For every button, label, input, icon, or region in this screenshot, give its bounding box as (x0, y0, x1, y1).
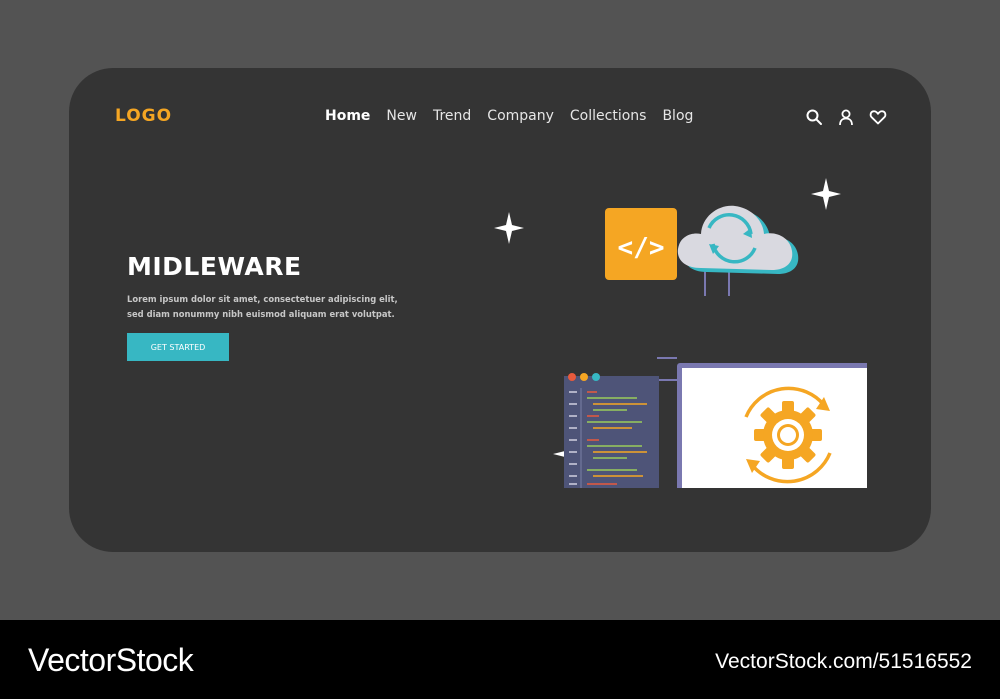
watermark-url: VectorStock.com/51516552 (715, 650, 972, 673)
code-tag-icon: </> (605, 208, 677, 280)
cloud-icon (677, 205, 799, 274)
nav-item-collections[interactable]: Collections (570, 108, 647, 124)
user-icon[interactable] (837, 108, 855, 126)
header-actions (805, 108, 887, 126)
main-nav: Home New Trend Company Collections Blog (325, 108, 693, 124)
hero-description: Lorem ipsum dolor sit amet, consectetuer… (127, 294, 398, 319)
nav-item-new[interactable]: New (386, 108, 417, 124)
watermark-bar: VectorStock VectorStock.com/51516552 (0, 620, 1000, 699)
middleware-illustration: </> (494, 178, 867, 488)
code-editor-panel (564, 373, 659, 488)
search-icon[interactable] (805, 108, 823, 126)
landing-card: LOGO Home New Trend Company Collections … (69, 68, 931, 552)
heart-icon[interactable] (869, 108, 887, 126)
nav-item-home[interactable]: Home (325, 108, 370, 124)
get-started-button[interactable]: GET STARTED (127, 333, 229, 361)
code-tag-label: </> (618, 233, 665, 263)
nav-item-trend[interactable]: Trend (433, 108, 471, 124)
nav-item-company[interactable]: Company (487, 108, 554, 124)
sparkle-icon (494, 212, 524, 244)
hero-title: MIDLEWARE (127, 252, 302, 281)
nav-item-blog[interactable]: Blog (662, 108, 693, 124)
logo[interactable]: LOGO (115, 106, 172, 126)
watermark-brand: VectorStock (28, 642, 194, 678)
sparkle-icon (811, 178, 841, 210)
